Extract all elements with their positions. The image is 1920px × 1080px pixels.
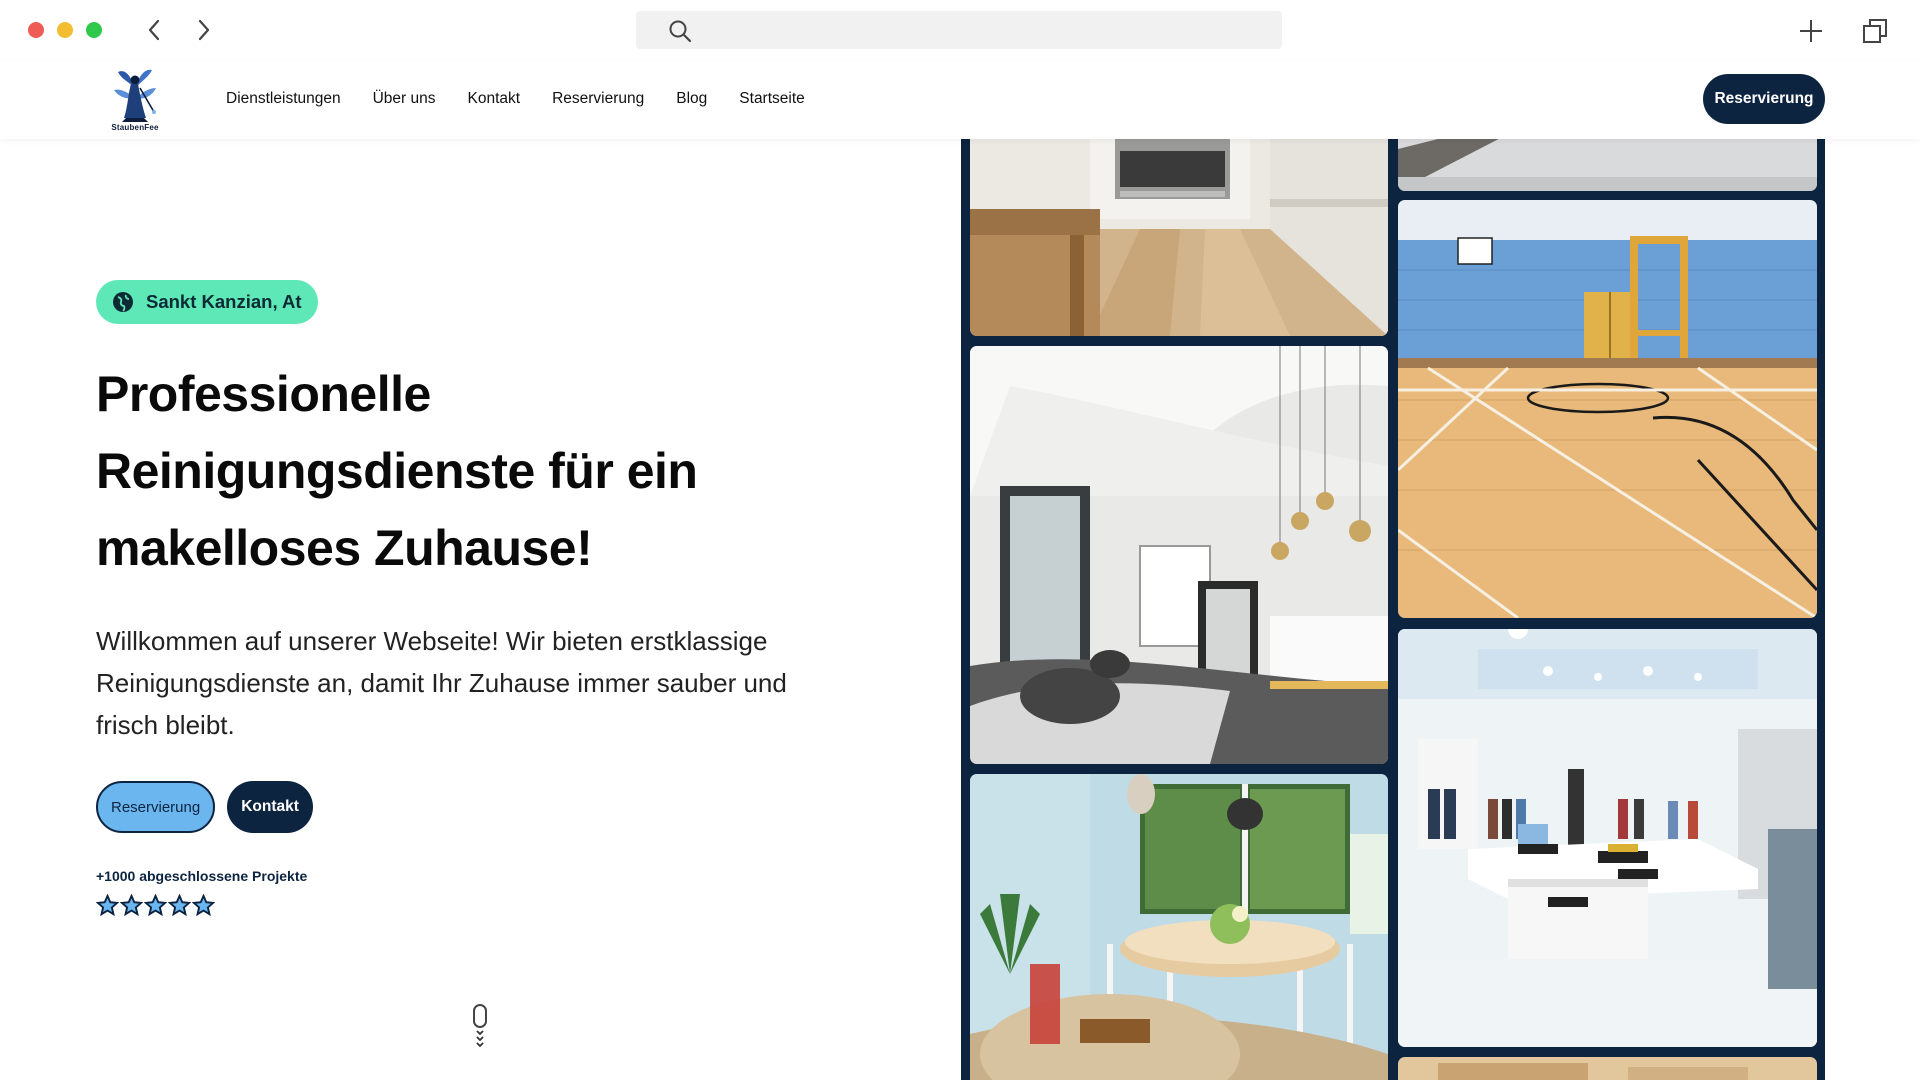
chevron-right-icon (198, 19, 210, 41)
nav-dienstleistungen[interactable]: Dienstleistungen (226, 90, 341, 108)
site-logo[interactable]: StaubenFee (104, 66, 166, 134)
browser-actions (1794, 14, 1892, 48)
main-navigation: Dienstleistungen Über uns Kontakt Reserv… (226, 90, 837, 108)
nav-blog[interactable]: Blog (676, 90, 707, 108)
bottom-partial-photo (1398, 1057, 1817, 1080)
nav-kontakt[interactable]: Kontakt (468, 90, 521, 108)
star-icon (120, 894, 143, 917)
top-partial-photo (1398, 139, 1817, 191)
address-input[interactable] (706, 11, 1266, 49)
gym-floor-photo (1398, 200, 1817, 618)
star-icon (144, 894, 167, 917)
clothing-store-photo (1398, 629, 1817, 1047)
projects-count: +1000 abgeschlossene Projekte (96, 868, 308, 884)
forward-button[interactable] (190, 16, 218, 44)
star-icon (192, 894, 215, 917)
address-bar[interactable] (636, 11, 1282, 49)
header-reservation-button[interactable]: Reservierung (1703, 74, 1825, 124)
globe-icon (113, 292, 133, 312)
chevron-down-icon (476, 1030, 484, 1048)
nav-ueber-uns[interactable]: Über uns (373, 90, 436, 108)
hero-title-line-2: Reinigungsdienste für ein (96, 443, 698, 499)
nav-reservierung[interactable]: Reservierung (552, 90, 644, 108)
minimize-window-button[interactable] (57, 22, 73, 38)
hero-reservation-button[interactable]: Reservierung (96, 781, 216, 833)
dining-room-photo (970, 774, 1388, 1080)
lobby-photo (970, 346, 1388, 764)
mouse-icon (473, 1004, 487, 1028)
site-header: StaubenFee Dienstleistungen Über uns Kon… (0, 62, 1920, 139)
hero-description: Willkommen auf unserer Webseite! Wir bie… (96, 626, 787, 740)
copy-windows-icon (1863, 19, 1887, 43)
fairy-logo-icon (114, 69, 156, 122)
hero-title-line-1: Professionelle (96, 366, 431, 422)
close-window-button[interactable] (28, 22, 44, 38)
back-button[interactable] (140, 16, 168, 44)
new-tab-button[interactable] (1794, 14, 1828, 48)
logo-wordmark: StaubenFee (111, 123, 159, 132)
search-icon (669, 20, 692, 43)
rating-stars (96, 894, 215, 917)
plus-icon (1800, 20, 1822, 42)
hero-title-line-3: makelloses Zuhause! (96, 520, 593, 576)
star-icon (168, 894, 191, 917)
browser-toolbar (0, 0, 1920, 62)
window-controls (28, 22, 102, 38)
history-navigation (140, 16, 218, 44)
scroll-indicator[interactable] (470, 1004, 490, 1048)
hero-contact-button[interactable]: Kontakt (227, 781, 313, 833)
location-text: Sankt Kanzian, At (146, 291, 302, 312)
maximize-window-button[interactable] (86, 22, 102, 38)
tab-overview-button[interactable] (1858, 14, 1892, 48)
photo-gallery (961, 139, 1825, 1080)
chevron-left-icon (148, 19, 160, 41)
star-icon (96, 894, 119, 917)
kitchen-photo (970, 139, 1388, 336)
hero-title: Professionelle Reinigungsdienste für ein… (96, 356, 816, 587)
hero-buttons: Reservierung Kontakt (96, 781, 313, 833)
nav-startseite[interactable]: Startseite (739, 90, 804, 108)
location-badge: Sankt Kanzian, At (96, 280, 318, 324)
